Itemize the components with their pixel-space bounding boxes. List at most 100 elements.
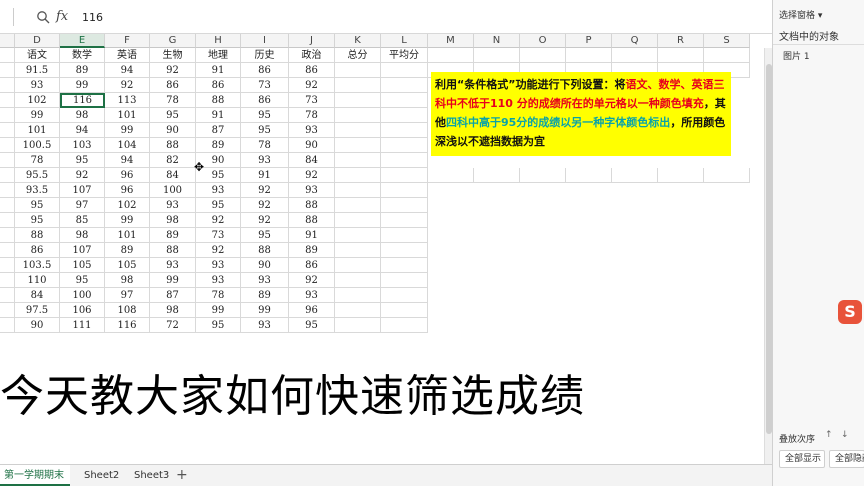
table-cell[interactable]: 99	[60, 78, 105, 93]
table-cell[interactable]: 86	[241, 63, 289, 78]
empty-cell[interactable]	[0, 303, 15, 318]
hide-all-button[interactable]: 全部隐藏	[829, 450, 864, 468]
table-cell[interactable]: 94	[60, 123, 105, 138]
table-cell[interactable]: 88	[289, 198, 335, 213]
table-cell[interactable]: 88	[196, 93, 241, 108]
table-cell[interactable]: 73	[241, 78, 289, 93]
show-all-button[interactable]: 全部显示	[779, 450, 825, 468]
empty-cell[interactable]	[381, 108, 428, 123]
table-cell[interactable]: 88	[289, 213, 335, 228]
table-cell[interactable]: 78	[150, 93, 196, 108]
table-cell[interactable]: 84	[289, 153, 335, 168]
column-header-h[interactable]: H	[196, 34, 241, 48]
column-header-k[interactable]: K	[335, 34, 381, 48]
table-cell[interactable]: 100	[150, 183, 196, 198]
column-header-f[interactable]: F	[105, 34, 150, 48]
table-cell[interactable]: 78	[241, 138, 289, 153]
empty-cell[interactable]	[381, 213, 428, 228]
table-cell[interactable]: 89	[196, 138, 241, 153]
table-cell[interactable]: 90	[150, 123, 196, 138]
table-cell[interactable]: 95	[60, 153, 105, 168]
empty-cell[interactable]	[0, 78, 15, 93]
table-cell[interactable]: 73	[289, 93, 335, 108]
table-cell[interactable]: 92	[241, 183, 289, 198]
table-cell[interactable]: 95	[15, 198, 60, 213]
table-cell[interactable]: 97	[60, 198, 105, 213]
table-cell[interactable]: 103.5	[15, 258, 60, 273]
empty-cell[interactable]	[381, 273, 428, 288]
table-cell[interactable]: 88	[150, 138, 196, 153]
table-cell[interactable]: 103	[60, 138, 105, 153]
empty-cell[interactable]	[381, 258, 428, 273]
empty-cell[interactable]	[0, 258, 15, 273]
sheet-tab-2[interactable]: Sheet2	[80, 465, 123, 486]
table-cell[interactable]: 98	[105, 273, 150, 288]
empty-cell[interactable]	[381, 303, 428, 318]
table-cell[interactable]: 95	[196, 318, 241, 333]
table-cell[interactable]: 91.5	[15, 63, 60, 78]
column-header-s[interactable]: S	[704, 34, 750, 48]
table-cell[interactable]: 88	[241, 243, 289, 258]
table-cell[interactable]: 98	[60, 108, 105, 123]
empty-cell[interactable]	[0, 63, 15, 78]
table-cell[interactable]: 84	[15, 288, 60, 303]
table-cell[interactable]: 86	[289, 63, 335, 78]
empty-cell[interactable]	[704, 48, 750, 63]
table-cell[interactable]: 106	[60, 303, 105, 318]
table-cell[interactable]: 90	[15, 318, 60, 333]
table-cell[interactable]: 95	[150, 108, 196, 123]
table-cell[interactable]: 91	[196, 63, 241, 78]
empty-cell[interactable]	[335, 153, 381, 168]
empty-cell[interactable]	[335, 138, 381, 153]
empty-cell[interactable]	[335, 93, 381, 108]
table-cell[interactable]: 91	[289, 228, 335, 243]
table-cell[interactable]: 92	[241, 213, 289, 228]
table-cell[interactable]: 107	[60, 183, 105, 198]
table-cell[interactable]: 89	[105, 243, 150, 258]
column-header-o[interactable]: O	[520, 34, 566, 48]
zoom-icon[interactable]	[36, 10, 52, 24]
table-cell[interactable]: 96	[289, 303, 335, 318]
table-cell[interactable]: 99	[15, 108, 60, 123]
table-cell[interactable]: 107	[60, 243, 105, 258]
table-cell[interactable]: 92	[196, 213, 241, 228]
empty-cell[interactable]	[381, 153, 428, 168]
header-cell[interactable]: 生物	[150, 48, 196, 63]
empty-cell[interactable]	[0, 318, 15, 333]
empty-cell[interactable]	[566, 168, 612, 183]
column-header-p[interactable]: P	[566, 34, 612, 48]
empty-cell[interactable]	[0, 153, 15, 168]
formula-input[interactable]: 116	[82, 11, 103, 24]
table-cell[interactable]: 97	[105, 288, 150, 303]
empty-cell[interactable]	[658, 48, 704, 63]
column-header-j[interactable]: J	[289, 34, 335, 48]
empty-cell[interactable]	[428, 168, 474, 183]
table-cell[interactable]: 102	[105, 198, 150, 213]
table-cell[interactable]: 101	[15, 123, 60, 138]
sheet-tab-3[interactable]: Sheet3	[130, 465, 173, 486]
table-cell[interactable]: 93	[241, 318, 289, 333]
vertical-scrollbar[interactable]	[764, 48, 772, 464]
empty-cell[interactable]	[381, 318, 428, 333]
active-cell[interactable]: 116	[60, 93, 105, 108]
empty-cell[interactable]	[335, 183, 381, 198]
table-cell[interactable]: 78	[289, 108, 335, 123]
table-cell[interactable]: 95	[241, 108, 289, 123]
column-header-i[interactable]: I	[241, 34, 289, 48]
table-cell[interactable]: 111	[60, 318, 105, 333]
table-cell[interactable]: 90	[289, 138, 335, 153]
table-cell[interactable]: 86	[196, 78, 241, 93]
empty-cell[interactable]	[0, 228, 15, 243]
header-cell[interactable]: 数学	[60, 48, 105, 63]
table-cell[interactable]: 92	[150, 63, 196, 78]
table-cell[interactable]: 89	[60, 63, 105, 78]
table-cell[interactable]: 92	[289, 78, 335, 93]
empty-cell[interactable]	[335, 303, 381, 318]
empty-cell[interactable]	[658, 168, 704, 183]
empty-cell[interactable]	[0, 138, 15, 153]
instruction-note[interactable]: 利用“条件格式”功能进行下列设置：将语文、数学、英语三科中不低于110 分的成绩…	[431, 72, 731, 156]
empty-cell[interactable]	[335, 123, 381, 138]
table-cell[interactable]: 95	[289, 318, 335, 333]
table-cell[interactable]: 97.5	[15, 303, 60, 318]
empty-cell[interactable]	[612, 48, 658, 63]
